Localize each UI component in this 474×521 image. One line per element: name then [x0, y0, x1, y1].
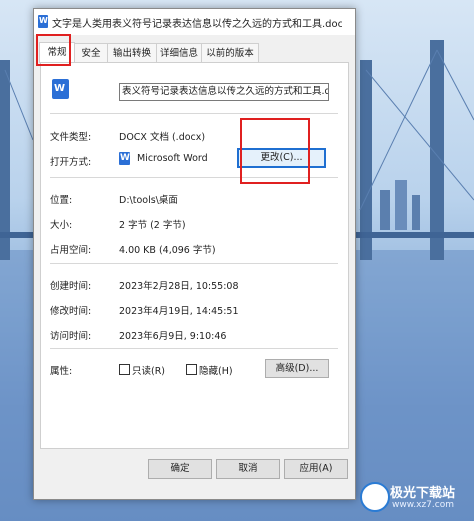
- readonly-checkbox[interactable]: [119, 364, 130, 375]
- apply-button[interactable]: 应用(A): [284, 459, 348, 479]
- divider: [50, 263, 338, 264]
- highlight-general-tab: [36, 34, 71, 66]
- divider: [50, 113, 338, 114]
- disk-size-label: 占用空间:: [50, 245, 92, 256]
- watermark-logo-icon: [360, 482, 390, 512]
- tab-details[interactable]: 详细信息: [156, 43, 202, 63]
- file-name-field[interactable]: 表义符号记录表达信息以传之久远的方式和工具.docx: [119, 83, 329, 101]
- accessed-label: 访问时间:: [50, 331, 92, 342]
- cancel-button[interactable]: 取消: [216, 459, 280, 479]
- dialog-footer: 确定 取消 应用(A): [34, 449, 355, 499]
- tab-security[interactable]: 安全: [74, 43, 108, 63]
- hidden-label[interactable]: 隐藏(H): [199, 363, 233, 377]
- created-value: 2023年2月28日, 10:55:08: [119, 281, 239, 292]
- word-document-icon: W: [52, 79, 69, 99]
- readonly-label[interactable]: 只读(R): [132, 363, 165, 377]
- properties-dialog: W 文字是人类用表义符号记录表达信息以传之久远的方式和工具.docx 属性 常规…: [33, 8, 356, 500]
- accessed-value: 2023年6月9日, 9:10:46: [119, 331, 227, 342]
- title-bar[interactable]: W 文字是人类用表义符号记录表达信息以传之久远的方式和工具.docx 属性: [34, 9, 355, 35]
- disk-size-value: 4.00 KB (4,096 字节): [119, 245, 216, 256]
- open-with-label: 打开方式:: [50, 157, 92, 168]
- size-label: 大小:: [50, 220, 73, 231]
- location-label: 位置:: [50, 195, 73, 206]
- highlight-change-button: [240, 118, 310, 184]
- site-watermark: 极光下载站 www.xz7.com: [360, 478, 470, 518]
- word-document-icon: W: [38, 15, 48, 28]
- ok-button[interactable]: 确定: [148, 459, 212, 479]
- hidden-checkbox[interactable]: [186, 364, 197, 375]
- location-value: D:\tools\桌面: [119, 195, 178, 206]
- advanced-button[interactable]: 高级(D)...: [265, 359, 329, 378]
- tab-previous-versions[interactable]: 以前的版本: [201, 43, 259, 63]
- tab-output-conversion[interactable]: 输出转换: [107, 43, 157, 63]
- watermark-title: 极光下载站: [390, 486, 456, 501]
- created-label: 创建时间:: [50, 281, 92, 292]
- file-type-label: 文件类型:: [50, 132, 92, 143]
- open-with-value: Microsoft Word: [137, 153, 208, 164]
- attributes-label: 属性:: [50, 366, 73, 377]
- modified-label: 修改时间:: [50, 306, 92, 317]
- size-value: 2 字节 (2 字节): [119, 220, 186, 231]
- window-title: 文字是人类用表义符号记录表达信息以传之久远的方式和工具.docx 属性: [52, 19, 342, 30]
- modified-value: 2023年4月19日, 14:45:51: [119, 306, 239, 317]
- tab-strip: 常规 安全 输出转换 详细信息 以前的版本: [34, 42, 355, 63]
- divider: [50, 348, 338, 349]
- microsoft-word-icon: W: [119, 152, 130, 165]
- file-type-value: DOCX 文档 (.docx): [119, 132, 206, 143]
- watermark-url: www.xz7.com: [392, 500, 454, 510]
